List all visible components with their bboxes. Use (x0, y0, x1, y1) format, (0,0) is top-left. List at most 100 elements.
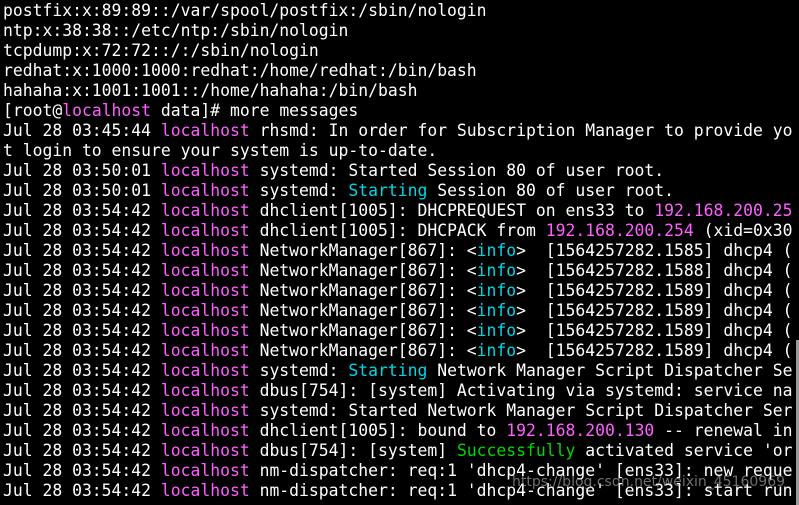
terminal-line: Jul 28 03:54:42 localhost NetworkManager… (3, 281, 792, 301)
terminal-line: ntp:x:38:38::/etc/ntp:/sbin/nologin (3, 21, 348, 41)
terminal-text: NetworkManager[867]: < (249, 341, 477, 360)
terminal-text: > [1564257282.1588] dhcp4 ( (516, 261, 793, 280)
terminal-line: t login to ensure your system is up-to-d… (3, 141, 437, 161)
terminal-line: Jul 28 03:45:44 localhost rhsmd: In orde… (3, 121, 792, 141)
terminal-text: systemd: Started Session 80 of user root… (249, 161, 665, 180)
highlight-text: localhost (160, 461, 250, 480)
terminal-text: systemd: (249, 181, 349, 200)
terminal-line: Jul 28 03:54:42 localhost NetworkManager… (3, 261, 792, 281)
highlight-text: localhost (160, 261, 250, 280)
terminal-text: Jul 28 03:54:42 (3, 481, 161, 500)
terminal-text: NetworkManager[867]: < (249, 241, 477, 260)
terminal-line: Jul 28 03:54:42 localhost dhclient[1005]… (3, 201, 792, 221)
highlight-text: localhost (160, 341, 250, 360)
terminal-text: data]# more messages (151, 101, 359, 120)
terminal-text: Network Manager Script Dispatcher Se (427, 361, 793, 380)
terminal-text: NetworkManager[867]: < (249, 281, 477, 300)
terminal-line: hahaha:x:1001:1001::/home/hahaha:/bin/ba… (3, 81, 417, 101)
terminal-text: dhclient[1005]: DHCPREQUEST on ens33 to (249, 201, 655, 220)
terminal-text: Jul 28 03:54:42 (3, 341, 161, 360)
highlight-text: localhost (62, 101, 152, 120)
terminal-line: Jul 28 03:54:42 localhost dbus[754]: [sy… (3, 441, 792, 461)
terminal-text: hahaha:x:1001:1001::/home/hahaha:/bin/ba… (3, 81, 418, 100)
terminal-text: Jul 28 03:54:42 (3, 441, 161, 460)
terminal-text: t login to ensure your system is up-to-d… (3, 141, 438, 160)
terminal-text: Jul 28 03:50:01 (3, 161, 161, 180)
highlight-text: localhost (160, 381, 250, 400)
highlight-text: localhost (160, 481, 250, 500)
watermark: https://blog.csdn.net/weixin_45160969 (512, 474, 786, 490)
keyword-text: info (476, 261, 517, 280)
terminal-line: Jul 28 03:54:42 localhost dbus[754]: [sy… (3, 381, 792, 401)
terminal-text: redhat:x:1000:1000:redhat:/home/redhat:/… (3, 61, 477, 80)
highlight-text: 192.168.200.254 (545, 221, 694, 240)
terminal-text: NetworkManager[867]: < (249, 301, 477, 320)
keyword-text: info (476, 301, 517, 320)
highlight-text: localhost (160, 221, 250, 240)
terminal-line: redhat:x:1000:1000:redhat:/home/redhat:/… (3, 61, 477, 81)
terminal-text: systemd: (249, 361, 349, 380)
terminal-text: Jul 28 03:54:42 (3, 201, 161, 220)
terminal-text: > [1564257282.1589] dhcp4 ( (516, 341, 793, 360)
terminal-text: Jul 28 03:54:42 (3, 281, 161, 300)
highlight-text: localhost (160, 281, 250, 300)
terminal-text: Jul 28 03:54:42 (3, 241, 161, 260)
keyword-text: Starting (348, 181, 428, 200)
terminal-text: dbus[754]: [system] Activating via syste… (249, 381, 793, 400)
keyword-text: info (476, 321, 517, 340)
terminal-text: > [1564257282.1589] dhcp4 ( (516, 321, 793, 340)
highlight-text: localhost (160, 161, 250, 180)
highlight-text: localhost (160, 301, 250, 320)
terminal-text: Jul 28 03:54:42 (3, 221, 161, 240)
terminal-window[interactable]: postfix:x:89:89::/var/spool/postfix:/sbi… (0, 0, 799, 505)
terminal-text: (xid=0x30 (693, 221, 793, 240)
terminal-text: [root@ (3, 101, 63, 120)
terminal-text: postfix:x:89:89::/var/spool/postfix:/sbi… (3, 1, 487, 20)
keyword-text: info (476, 241, 517, 260)
terminal-text: tcpdump:x:72:72::/:/sbin/nologin (3, 41, 319, 60)
highlight-text: localhost (160, 241, 250, 260)
terminal-text: Jul 28 03:54:42 (3, 301, 161, 320)
terminal-text: dhclient[1005]: DHCPACK from (249, 221, 546, 240)
terminal-text: NetworkManager[867]: < (249, 321, 477, 340)
terminal-text: > [1564257282.1585] dhcp4 ( (516, 241, 793, 260)
terminal-line: Jul 28 03:54:42 localhost NetworkManager… (3, 301, 792, 321)
terminal-line: postfix:x:89:89::/var/spool/postfix:/sbi… (3, 1, 487, 21)
highlight-text: localhost (160, 421, 250, 440)
terminal-text: Session 80 of user root. (427, 181, 675, 200)
terminal-text: > [1564257282.1589] dhcp4 ( (516, 281, 793, 300)
highlight-text: localhost (160, 401, 250, 420)
terminal-line: Jul 28 03:50:01 localhost systemd: Start… (3, 161, 664, 181)
highlight-text: localhost (160, 321, 250, 340)
terminal-text: Jul 28 03:54:42 (3, 361, 161, 380)
highlight-text: 192.168.200.25 (654, 201, 793, 220)
highlight-text: localhost (160, 181, 250, 200)
terminal-text: Jul 28 03:54:42 (3, 461, 161, 480)
terminal-text: ntp:x:38:38::/etc/ntp:/sbin/nologin (3, 21, 349, 40)
terminal-line: Jul 28 03:54:42 localhost dhclient[1005]… (3, 221, 792, 241)
keyword-text: info (476, 281, 517, 300)
terminal-text: rhsmd: In order for Subscription Manager… (249, 121, 793, 140)
keyword-text: info (476, 341, 517, 360)
terminal-text: Jul 28 03:54:42 (3, 321, 161, 340)
highlight-text: localhost (160, 201, 250, 220)
highlight-text: 192.168.200.130 (506, 421, 655, 440)
keyword-text: Successfully (456, 441, 576, 460)
terminal-text: NetworkManager[867]: < (249, 261, 477, 280)
highlight-text: localhost (160, 441, 250, 460)
terminal-line: Jul 28 03:54:42 localhost dhclient[1005]… (3, 421, 792, 441)
terminal-text: Jul 28 03:54:42 (3, 421, 161, 440)
terminal-line: tcpdump:x:72:72::/:/sbin/nologin (3, 41, 319, 61)
terminal-text: Jul 28 03:54:42 (3, 401, 161, 420)
terminal-text: Jul 28 03:50:01 (3, 181, 161, 200)
terminal-line: Jul 28 03:54:42 localhost systemd: Start… (3, 361, 792, 381)
terminal-line: Jul 28 03:54:42 localhost systemd: Start… (3, 401, 792, 421)
terminal-text: dhclient[1005]: bound to (249, 421, 507, 440)
terminal-line: Jul 28 03:54:42 localhost NetworkManager… (3, 341, 792, 361)
terminal-text: > [1564257282.1589] dhcp4 ( (516, 301, 793, 320)
terminal-text: Jul 28 03:45:44 (3, 121, 161, 140)
terminal-text: -- renewal in (654, 421, 793, 440)
highlight-text: localhost (160, 361, 250, 380)
terminal-line: [root@localhost data]# more messages (3, 101, 358, 121)
terminal-line: Jul 28 03:54:42 localhost NetworkManager… (3, 321, 792, 341)
